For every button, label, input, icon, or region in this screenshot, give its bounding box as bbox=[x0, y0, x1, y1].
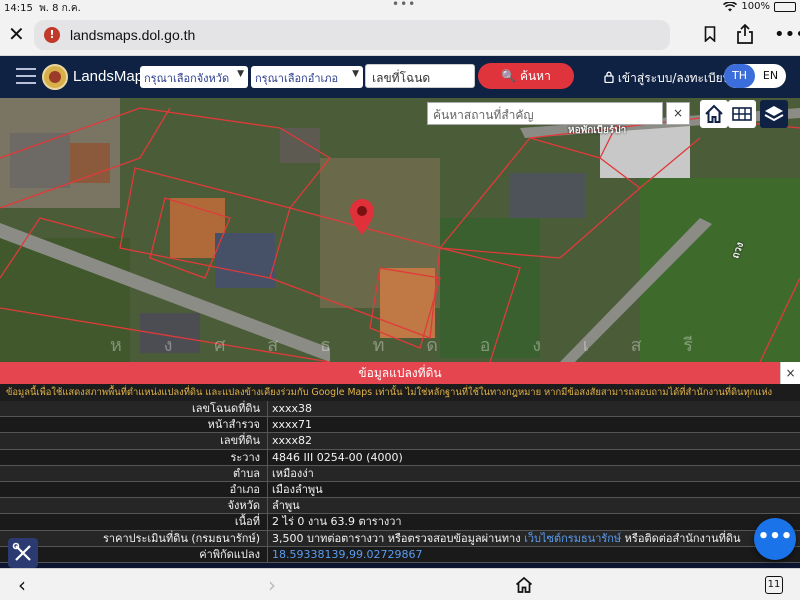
share-icon[interactable] bbox=[736, 24, 754, 44]
map-watermark: ห ง ศ ส ธ ท ด อ ง เ ส รี bbox=[110, 335, 711, 356]
row-label: อำเภอ bbox=[229, 482, 260, 496]
row-value: xxxx71 bbox=[272, 418, 313, 432]
lang-th-button[interactable]: TH bbox=[724, 64, 755, 88]
row-value: xxxx38 bbox=[272, 402, 313, 415]
place-search-input[interactable]: ค้นหาสถานที่สำคัญ bbox=[427, 102, 663, 125]
map-imagery bbox=[0, 98, 800, 362]
row-value: 4846 III 0254-00 (4000) bbox=[272, 450, 403, 464]
brand-name: LandsMaps bbox=[73, 68, 151, 85]
table-row: ราคาประเมินที่ดิน (กรมธนารักษ์) 3,500 บา… bbox=[0, 530, 800, 547]
tools-button[interactable] bbox=[8, 538, 38, 568]
map-grid-button[interactable] bbox=[728, 100, 756, 128]
treasury-website-link[interactable]: เว็บไซต์กรมธนารักษ์ bbox=[524, 532, 621, 545]
tools-icon bbox=[12, 542, 31, 561]
grid-icon bbox=[732, 107, 752, 121]
table-row: จังหวัด ลำพูน bbox=[0, 498, 800, 515]
row-value: ลำพูน bbox=[272, 499, 300, 513]
table-row: หน้าสำรวจ xxxx71 bbox=[0, 417, 800, 434]
row-label: เลขที่ดิน bbox=[220, 434, 260, 448]
row-value: xxxx82 bbox=[272, 434, 313, 448]
row-label: ราคาประเมินที่ดิน (กรมธนารักษ์) bbox=[103, 531, 260, 545]
table-row: อำเภอ เมืองลำพูน bbox=[0, 481, 800, 499]
status-bar: 14:15 พ. 8 ก.ค. ••• 100% bbox=[0, 0, 800, 14]
login-label: เข้าสู่ระบบ/ลงทะเบียน bbox=[617, 71, 731, 85]
lang-en-button[interactable]: EN bbox=[755, 64, 786, 88]
row-label: ตำบล bbox=[232, 466, 260, 480]
address-bar[interactable]: ! landsmaps.dol.go.th bbox=[34, 20, 670, 50]
app-header: LandsMaps กรุณาเลือกจังหวัด ▼ กรุณาเลือก… bbox=[0, 56, 800, 98]
parcel-panel-title: ข้อมูลแปลงที่ดิน bbox=[0, 362, 800, 384]
district-select-label: กรุณาเลือกอำเภอ bbox=[255, 72, 339, 85]
search-icon: 🔍 bbox=[501, 69, 517, 83]
table-row: เลขที่ดิน xxxx82 bbox=[0, 433, 800, 450]
search-button[interactable]: 🔍 ค้นหา bbox=[478, 63, 574, 89]
forward-icon[interactable]: › bbox=[268, 573, 276, 597]
battery-icon bbox=[774, 1, 796, 12]
chat-button[interactable]: ••• bbox=[754, 518, 796, 560]
url-text: landsmaps.dol.go.th bbox=[70, 27, 196, 43]
wifi-icon bbox=[723, 1, 738, 11]
language-toggle[interactable]: TH EN bbox=[724, 64, 786, 88]
location-pin-icon[interactable] bbox=[348, 198, 376, 236]
close-icon[interactable]: ✕ bbox=[8, 24, 28, 44]
row-value: 2 ไร่ 0 งาน 63.9 ตารางวา bbox=[272, 515, 402, 529]
search-button-label: ค้นหา bbox=[519, 69, 551, 83]
landsmaps-logo bbox=[42, 64, 68, 90]
chevron-down-icon: ▼ bbox=[237, 69, 244, 79]
browser-bar: ✕ ! landsmaps.dol.go.th ••• bbox=[0, 14, 800, 56]
province-select-label: กรุณาเลือกจังหวัด bbox=[144, 72, 230, 85]
parcel-disclaimer: ข้อมูลนี้เพื่อใช้แสดงสภาพพื้นที่ตำแหน่งแ… bbox=[0, 384, 800, 401]
district-select[interactable]: กรุณาเลือกอำเภอ ▼ bbox=[251, 66, 363, 88]
deed-number-input[interactable]: เลขที่โฉนด bbox=[365, 64, 475, 88]
login-link[interactable]: เข้าสู่ระบบ/ลงทะเบียน bbox=[604, 69, 731, 88]
row-label: เนื้อที่ bbox=[234, 515, 260, 529]
row-value: เหมืองง่า bbox=[272, 466, 314, 480]
satellite-map[interactable]: หอพักเบียร์ปา ถวง ห ง ศ ส ธ ท ด อ ง เ ส … bbox=[0, 98, 800, 362]
chevron-down-icon: ▼ bbox=[352, 69, 359, 79]
home-icon[interactable] bbox=[514, 575, 534, 595]
row-label: หน้าสำรวจ bbox=[207, 418, 260, 432]
coordinates-link[interactable]: 18.59338139,99.02729867 bbox=[272, 547, 422, 563]
row-value: 3,500 บาทต่อตารางวา หรือตรวจสอบข้อมูลผ่า… bbox=[272, 531, 741, 545]
parcel-info-table: เลขโฉนดที่ดิน xxxx38 หน้าสำรวจ xxxx71 เลขท… bbox=[0, 401, 800, 563]
row-label: จังหวัด bbox=[227, 499, 260, 513]
battery-percent: 100% bbox=[741, 1, 770, 12]
place-search-clear-button[interactable]: × bbox=[666, 102, 690, 125]
row-label: ค่าพิกัดแปลง bbox=[199, 547, 260, 561]
table-row: ระวาง 4846 III 0254-00 (4000) bbox=[0, 449, 800, 466]
tabs-icon[interactable]: 11 bbox=[765, 576, 783, 594]
row-value: เมืองลำพูน bbox=[272, 482, 323, 496]
table-row: ตำบล เหมืองง่า bbox=[0, 465, 800, 482]
lock-icon bbox=[604, 71, 614, 84]
map-home-button[interactable] bbox=[700, 100, 728, 128]
home-icon bbox=[705, 104, 723, 123]
row-label: เลขโฉนดที่ดิน bbox=[192, 402, 260, 415]
bookmark-icon[interactable] bbox=[704, 26, 716, 42]
more-icon[interactable]: ••• bbox=[774, 24, 800, 45]
table-row: เลขโฉนดที่ดิน xxxx38 bbox=[0, 401, 800, 418]
back-icon[interactable]: ‹ bbox=[18, 573, 26, 597]
multitask-dots-icon[interactable]: ••• bbox=[392, 0, 416, 11]
layers-icon bbox=[764, 106, 784, 122]
map-place-label: หอพักเบียร์ปา bbox=[568, 125, 627, 136]
province-select[interactable]: กรุณาเลือกจังหวัด ▼ bbox=[140, 66, 248, 88]
warning-icon: ! bbox=[44, 27, 60, 43]
browser-toolbar: ‹ › 11 bbox=[0, 568, 800, 600]
table-row: ค่าพิกัดแปลง 18.59338139,99.02729867 bbox=[0, 546, 800, 563]
row-label: ระวาง bbox=[230, 450, 260, 464]
hamburger-menu-icon[interactable] bbox=[16, 68, 36, 84]
table-row: เนื้อที่ 2 ไร่ 0 งาน 63.9 ตารางวา bbox=[0, 514, 800, 531]
map-layers-button[interactable] bbox=[760, 100, 788, 128]
parcel-panel-close-button[interactable]: × bbox=[780, 362, 800, 384]
status-right: 100% bbox=[723, 1, 796, 12]
